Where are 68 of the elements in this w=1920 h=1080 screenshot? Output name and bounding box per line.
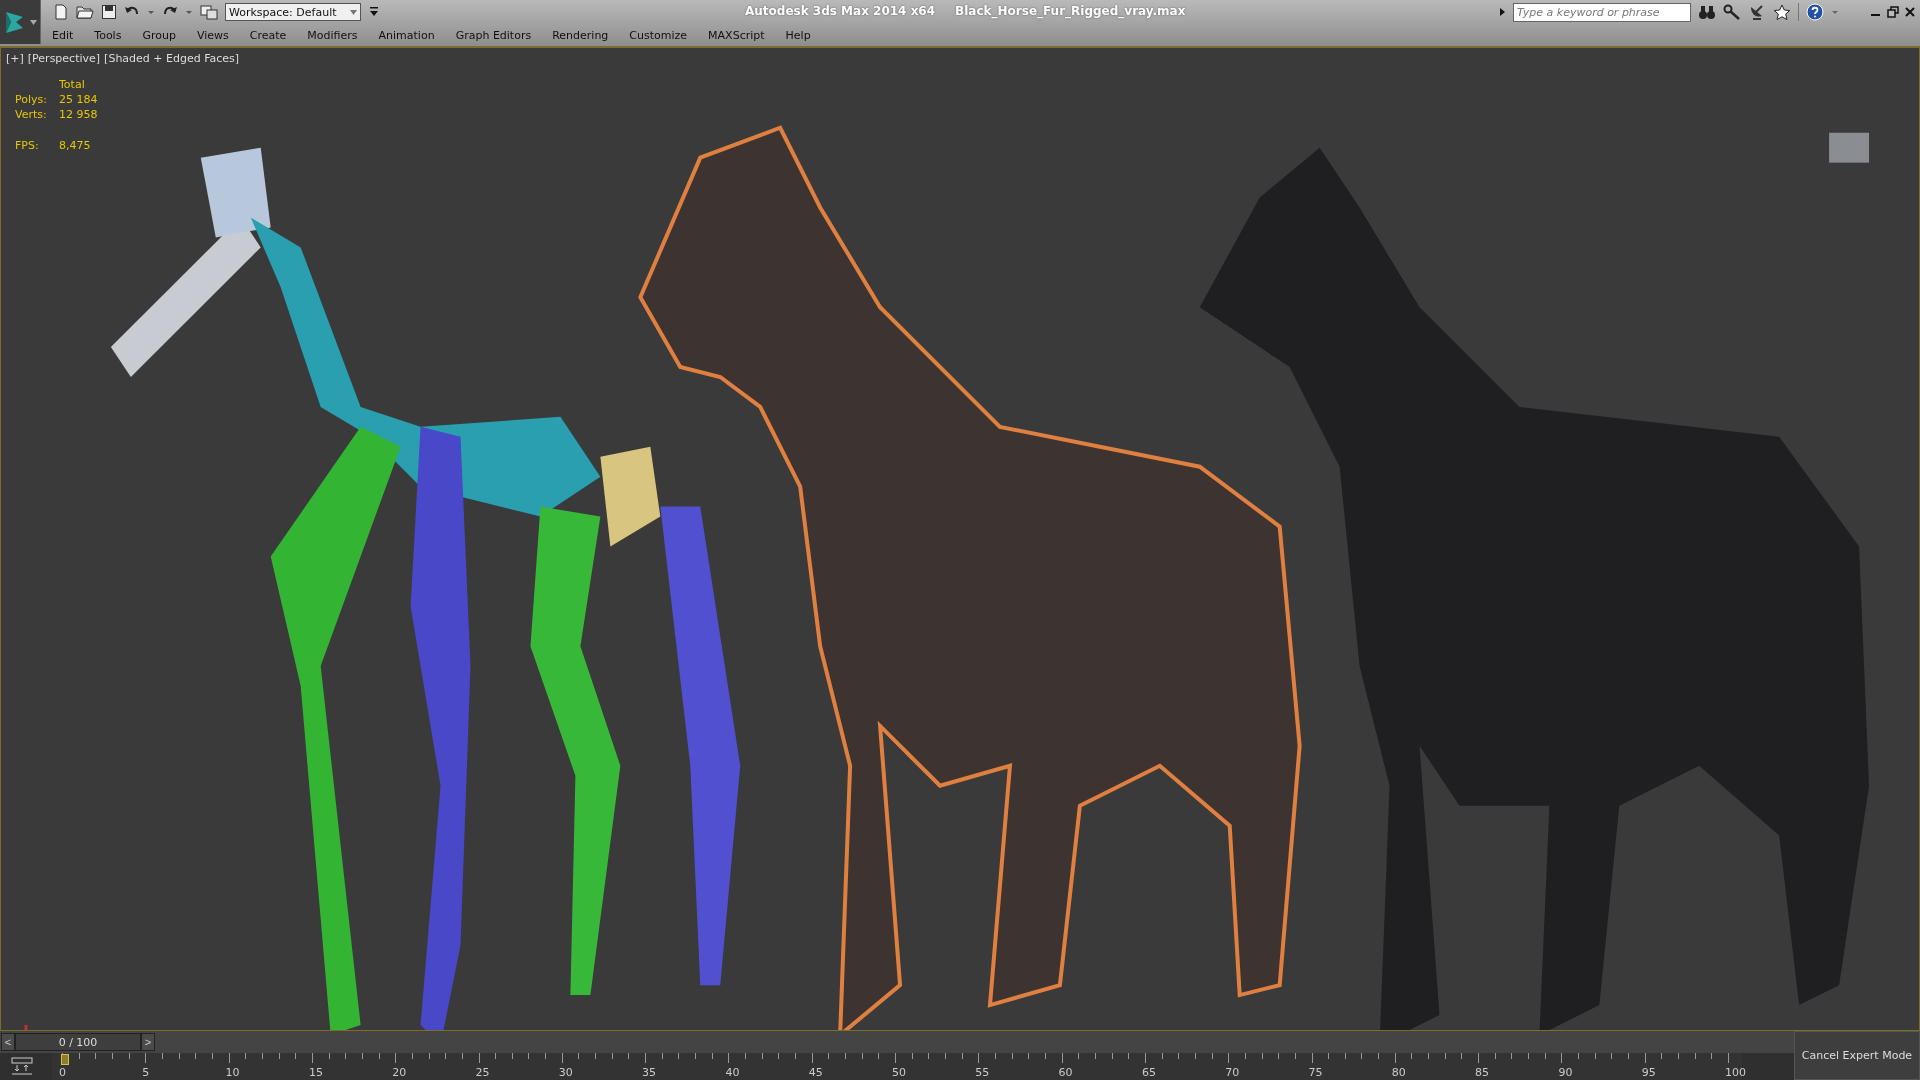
menu-item[interactable]: Views (196, 28, 229, 42)
stat-label: FPS: (15, 139, 40, 152)
help-icon[interactable] (1806, 3, 1824, 21)
frame-number: 90 (1558, 1066, 1573, 1079)
frame-number: 65 (1141, 1066, 1156, 1079)
frame-number: 40 (725, 1066, 740, 1079)
binoculars-icon[interactable] (1698, 4, 1716, 20)
viewport-label[interactable]: [+] (6, 52, 24, 65)
new-file-icon[interactable] (53, 4, 69, 20)
workspace-value: Workspace: Default (229, 5, 337, 19)
viewport-label[interactable]: [Perspective] (27, 52, 101, 65)
stat-value: 8,475 (59, 139, 92, 152)
expand-arrow-icon[interactable] (1498, 6, 1506, 18)
frame-number: 70 (1225, 1066, 1240, 1079)
menu-item[interactable]: Animation (378, 28, 435, 42)
workspace-dropdown[interactable]: Workspace: Default (225, 3, 361, 21)
caret-icon (350, 9, 357, 15)
stat-value: 25 184 (59, 93, 98, 106)
satellite-dish-icon[interactable] (1748, 4, 1766, 20)
frame-number: 15 (308, 1066, 323, 1079)
frame-number: 95 (1641, 1066, 1656, 1079)
time-slider-thumb[interactable]: 0 / 100 (15, 1033, 141, 1051)
application-button[interactable] (0, 0, 41, 44)
frame-number: 55 (975, 1066, 990, 1079)
menu-item[interactable]: Graph Editors (455, 28, 532, 42)
frame-number: 20 (392, 1066, 407, 1079)
frame-number: 45 (808, 1066, 823, 1079)
menu-item[interactable]: Help (785, 28, 811, 42)
previous-frame-button[interactable]: < (1, 1033, 15, 1051)
stats-header: Total (59, 78, 86, 91)
menu-item[interactable]: Group (142, 28, 176, 42)
restore-icon[interactable] (1887, 6, 1899, 18)
open-folder-icon[interactable] (76, 4, 94, 20)
menu-item[interactable]: Rendering (552, 28, 609, 42)
frame-number: 0 (59, 1066, 66, 1079)
mini-curve-editor-icon[interactable] (10, 1056, 34, 1076)
star-icon[interactable] (1773, 4, 1791, 20)
menu-item[interactable]: MAXScript (708, 28, 765, 42)
project-folder-icon[interactable] (200, 4, 218, 20)
menu-item[interactable]: Tools (94, 28, 122, 42)
frame-number: 85 (1475, 1066, 1490, 1079)
time-slider[interactable]: < 0 / 100 > (1, 1033, 155, 1051)
menu-item[interactable]: Edit (52, 28, 74, 42)
stat-label: Verts: (15, 108, 48, 121)
stat-label: Polys: (15, 93, 48, 106)
save-icon[interactable] (101, 4, 117, 20)
cancel-expert-mode-button[interactable]: Cancel Expert Mode (1794, 1031, 1920, 1080)
frame-number: 75 (1308, 1066, 1323, 1079)
current-frame-marker[interactable] (61, 1054, 69, 1065)
file-name: Black_Horse_Fur_Rigged_vray.max (955, 4, 1186, 18)
search-field[interactable]: Type a keyword or phrase (1513, 2, 1691, 22)
viewport-label[interactable]: [Shaded + Edged Faces] (104, 52, 240, 65)
menu-item[interactable]: Customize (629, 28, 688, 42)
frame-number: 35 (642, 1066, 657, 1079)
close-icon[interactable] (1904, 6, 1916, 18)
app-title: Autodesk 3ds Max 2014 x64 (745, 4, 936, 18)
caret-icon (30, 19, 37, 25)
frame-number: 25 (475, 1066, 490, 1079)
frame-number: 50 (892, 1066, 906, 1079)
stat-value: 12 958 (59, 108, 98, 121)
frame-number: 80 (1391, 1066, 1406, 1079)
menu-item[interactable]: Create (249, 28, 287, 42)
frame-number: 5 (142, 1066, 150, 1079)
frame-number: 10 (225, 1066, 240, 1079)
frame-number: 30 (558, 1066, 573, 1079)
next-frame-button[interactable]: > (141, 1033, 155, 1051)
frame-number: 60 (1058, 1066, 1073, 1079)
menu-item[interactable]: Modifiers (307, 28, 358, 42)
